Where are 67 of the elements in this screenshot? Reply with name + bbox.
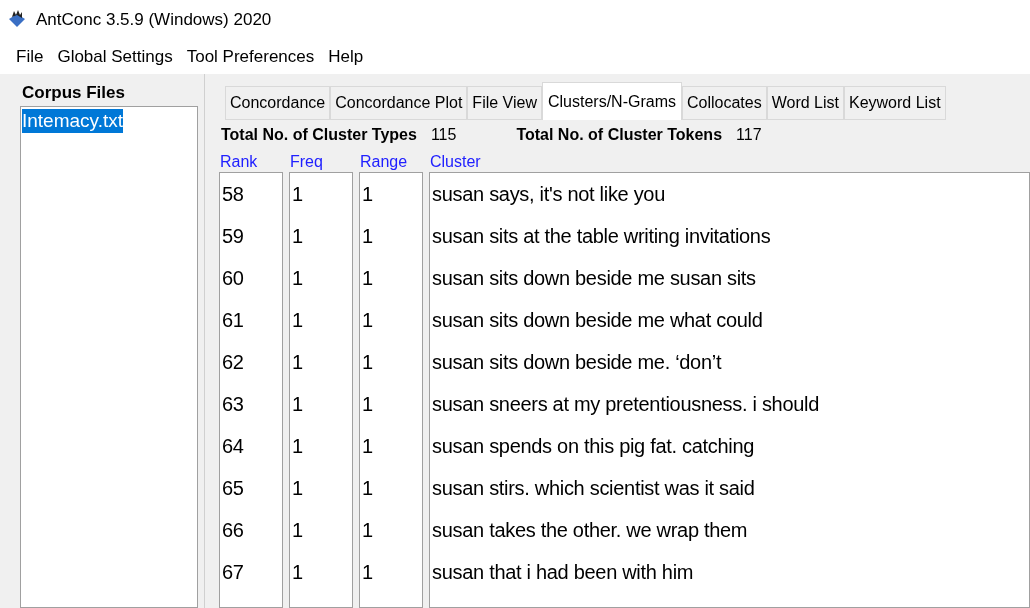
table-cell-text: susan sits at the table writing invitations xyxy=(431,224,772,249)
stat-value: 115 xyxy=(430,125,457,145)
table-cell-text: 64 xyxy=(221,434,245,459)
table-cell-text: 62 xyxy=(221,350,245,375)
column-list[interactable]: 1 1 1 1 1 1 1 1 1 1 xyxy=(289,172,353,608)
tab[interactable]: Concordance xyxy=(225,86,331,120)
tab[interactable]: Keyword List xyxy=(844,86,946,120)
table-cell-text: 1 xyxy=(361,476,374,501)
table-cell-text: 1 xyxy=(291,518,304,543)
menu-item[interactable]: Global Settings xyxy=(51,44,179,70)
table-cell-text: susan sits down beside me what could xyxy=(431,308,764,333)
table-cell-text: susan says, it's not like you xyxy=(431,182,666,207)
column-header[interactable]: Rank xyxy=(219,152,258,172)
corpus-file-item[interactable]: Intemacy.txt xyxy=(22,109,123,133)
table-cell-text: 1 xyxy=(361,434,374,459)
tab[interactable]: File View xyxy=(467,86,542,120)
table-cell-text: 1 xyxy=(361,224,374,249)
stat-value: 117 xyxy=(736,125,762,145)
table-cell-text: susan sits down beside me susan sits xyxy=(431,266,757,291)
table-cell-text: 1 xyxy=(361,182,374,207)
table-cell-text: 61 xyxy=(221,308,245,333)
table-cell-text: 1 xyxy=(291,182,304,207)
panel-heading: Corpus Files xyxy=(21,82,126,104)
column-list[interactable] xyxy=(429,172,1030,608)
table-cell-text: 1 xyxy=(291,560,304,585)
table-cell-text: 1 xyxy=(361,308,374,333)
menu-item[interactable]: Tool Preferences xyxy=(180,44,321,70)
menu-item[interactable]: Help xyxy=(322,44,370,70)
column-header[interactable]: Cluster xyxy=(429,152,481,172)
table-cell-text: 59 xyxy=(221,224,245,249)
tab[interactable]: Concordance Plot xyxy=(330,86,468,120)
table-cell-text: 65 xyxy=(221,476,245,501)
menu-item[interactable]: File xyxy=(10,44,50,70)
tab[interactable]: Collocates xyxy=(682,86,767,120)
table-cell-text: 1 xyxy=(291,266,304,291)
table-cell-text: 1 xyxy=(291,476,304,501)
table-cell-text: 66 xyxy=(221,518,245,543)
table-cell-text: susan sneers at my pretentiousness. i should xyxy=(431,392,820,417)
table-cell-text: 1 xyxy=(361,350,374,375)
table-cell-text: susan spends on this pig fat. catching xyxy=(431,434,756,459)
table-cell-text: susan sits down beside me. ‘don’t xyxy=(431,350,723,375)
table-cell-text: susan that i had been with him xyxy=(431,560,695,585)
table-cell-text: susan takes the other. we wrap them xyxy=(431,518,749,543)
column-list[interactable]: 1 1 1 1 1 1 1 1 1 1 xyxy=(359,172,423,608)
stat-label: Total No. of Cluster Types xyxy=(221,125,417,145)
table-cell-text: 1 xyxy=(361,518,374,543)
table-cell-text: 1 xyxy=(291,392,304,417)
table-cell-text: 1 xyxy=(361,266,374,291)
table-cell-text: 1 xyxy=(361,392,374,417)
column-header[interactable]: Freq xyxy=(289,152,323,172)
tab[interactable]: Clusters/N-Grams xyxy=(542,82,682,120)
table-cell-text: 1 xyxy=(361,560,374,585)
table-cell-text: 1 xyxy=(291,308,304,333)
stat-label: Total No. of Cluster Tokens xyxy=(516,125,723,145)
table-cell-text: 67 xyxy=(221,560,245,585)
corpus-file-list[interactable]: Intemacy.txt xyxy=(20,106,198,608)
table-cell-text: 1 xyxy=(291,434,304,459)
table-cell-text: susan stirs. which scientist was it said xyxy=(431,476,756,501)
table-cell-text: 1 xyxy=(291,350,304,375)
tab[interactable]: Word List xyxy=(766,86,844,120)
table-cell-text: 1 xyxy=(291,224,304,249)
table-cell-text: 60 xyxy=(221,266,245,291)
column-header[interactable]: Range xyxy=(359,152,408,172)
window-title: AntConc 3.5.9 (Windows) 2020 xyxy=(36,9,272,32)
table-cell-text: 63 xyxy=(221,392,245,417)
table-cell-text: 58 xyxy=(221,182,245,207)
column-list[interactable]: 58 59 60 61 62 63 64 65 66 67 xyxy=(219,172,283,608)
